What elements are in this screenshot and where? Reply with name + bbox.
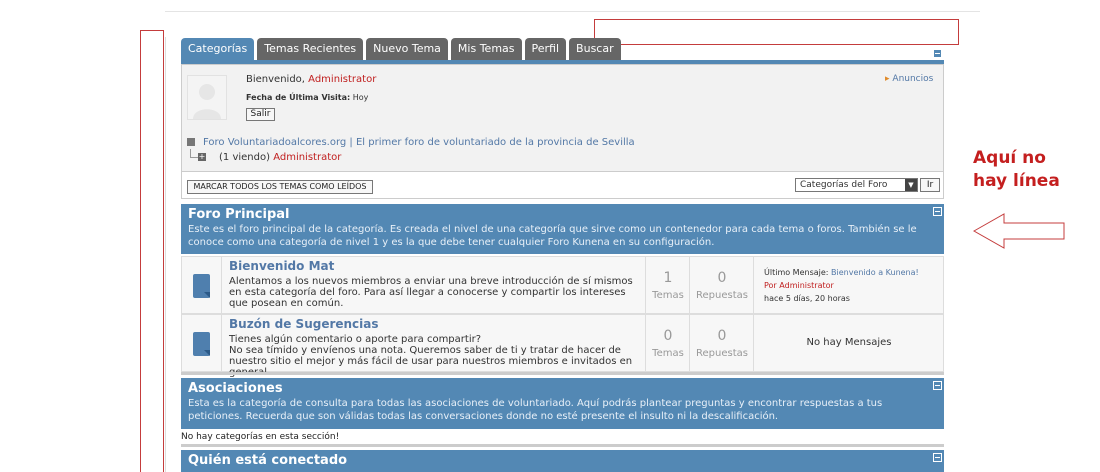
replies-label: Repuestas	[696, 348, 748, 359]
annotation-red-bracket	[140, 30, 163, 472]
by-label: Por	[764, 281, 777, 290]
announcements-link[interactable]: ▸ Anuncios	[885, 74, 933, 84]
forum-icon-cell	[182, 315, 221, 371]
last-post-author: Por Administrator	[764, 279, 834, 292]
row-divider	[181, 444, 944, 447]
category-description: Este es el foro principal de la categorí…	[188, 224, 917, 248]
topics-label: Temas	[652, 348, 684, 359]
collapse-icon[interactable]	[933, 453, 942, 462]
annotation-line-2: hay línea	[973, 171, 1060, 191]
topics-cell: 0 Temas	[645, 315, 690, 371]
forum-icon-cell	[182, 257, 221, 313]
forum-title[interactable]: Bienvenido Mat	[229, 259, 334, 273]
tab-mis-temas[interactable]: Mis Temas	[450, 38, 522, 60]
forum-square-icon	[187, 138, 195, 146]
tab-categorias[interactable]: Categorías	[181, 38, 255, 60]
forum-row: Buzón de Sugerencias Tienes algún coment…	[181, 314, 944, 378]
empty-message: No hay categorías en esta sección!	[181, 430, 944, 444]
forum-info-cell: Bienvenido Mat Alentamos a los nuevos mi…	[221, 257, 646, 313]
category-title[interactable]: Foro Principal	[188, 207, 290, 222]
go-button[interactable]: Ir	[920, 178, 940, 192]
forum-row: Bienvenido Mat Alentamos a los nuevos mi…	[181, 256, 944, 314]
viewing-line: (1 viendo) Administrator	[219, 152, 341, 163]
category-description: Esta es la categoría de consulta para to…	[188, 398, 883, 422]
topics-count: 0	[663, 328, 673, 344]
replies-count: 0	[717, 328, 727, 344]
annotation-red-box	[594, 19, 959, 45]
annotation-arrow-icon	[972, 213, 1065, 249]
mark-all-read-button[interactable]: MARCAR TODOS LOS TEMAS COMO LEÍDOS	[187, 180, 373, 194]
category-header-asociaciones: Asociaciones Esta es la categoría de con…	[181, 378, 944, 429]
topics-count: 1	[663, 270, 673, 286]
replies-cell: 0 Repuestas	[689, 315, 754, 371]
collapse-icon[interactable]	[933, 207, 942, 216]
replies-label: Repuestas	[696, 290, 748, 301]
collapse-icon[interactable]	[933, 381, 942, 390]
last-post-cell: Último Mensaje: Bienvenido a Kunena! Por…	[753, 257, 944, 313]
last-post-cell: No hay Mensajes	[753, 315, 944, 371]
expand-icon[interactable]: +	[198, 153, 206, 161]
topics-cell: 1 Temas	[645, 257, 690, 313]
username-link[interactable]: Administrator	[308, 74, 376, 85]
last-visit-label: Fecha de Última Visita:	[246, 93, 351, 102]
last-visit-value: Hoy	[352, 93, 369, 102]
last-post-time: hace 5 días, 20 horas	[764, 294, 850, 303]
page-left-border	[165, 37, 166, 472]
author-link[interactable]: Administrator	[779, 281, 834, 290]
arrow-right-icon: ▸	[885, 74, 890, 84]
tab-nuevo-tema[interactable]: Nuevo Tema	[366, 38, 448, 60]
last-post-link[interactable]: Bienvenido a Kunena!	[831, 268, 919, 277]
annotation-line-1: Aquí no	[973, 148, 1046, 168]
forum-tabs: Categorías Temas Recientes Nuevo Tema Mi…	[181, 38, 621, 60]
tab-buscar[interactable]: Buscar	[569, 38, 621, 60]
forum-description: Alentamos a los nuevos miembros a enviar…	[229, 276, 633, 309]
row-divider	[181, 372, 944, 375]
folder-icon	[193, 274, 210, 298]
tab-perfil[interactable]: Perfil	[524, 38, 567, 60]
viewing-count: (1 viendo)	[219, 152, 270, 163]
top-divider	[165, 11, 980, 12]
category-header-who-is-online: Quién está conectado	[181, 450, 944, 472]
annotation-text: Aquí no hay línea	[973, 147, 1060, 193]
user-silhouette-icon	[193, 84, 221, 119]
chevron-down-icon: ▼	[905, 179, 917, 191]
category-title[interactable]: Quién está conectado	[188, 453, 347, 468]
forum-home-link[interactable]: Foro Voluntariadoalcores.org | El primer…	[203, 137, 635, 148]
tab-temas-recientes[interactable]: Temas Recientes	[257, 38, 364, 60]
category-select-value: Categorías del Foro	[800, 180, 888, 190]
tree-branch	[190, 149, 198, 158]
annotation-red-line	[163, 30, 164, 472]
collapse-icon[interactable]	[933, 49, 942, 58]
topics-label: Temas	[652, 290, 684, 301]
viewing-user[interactable]: Administrator	[273, 152, 341, 163]
replies-cell: 0 Repuestas	[689, 257, 754, 313]
last-post-line: Último Mensaje: Bienvenido a Kunena!	[764, 266, 919, 279]
announcements-label: Anuncios	[892, 74, 934, 84]
last-visit-line: Fecha de Última Visita: Hoy	[246, 93, 368, 102]
forum-info-cell: Buzón de Sugerencias Tienes algún coment…	[221, 315, 646, 378]
last-post-label: Último Mensaje:	[764, 268, 829, 277]
category-title[interactable]: Asociaciones	[188, 381, 283, 396]
category-header-foro-principal: Foro Principal Este es el foro principal…	[181, 204, 944, 254]
forum-title[interactable]: Buzón de Sugerencias	[229, 317, 379, 331]
logout-button[interactable]: Salir	[246, 108, 275, 121]
category-select[interactable]: Categorías del Foro ▼	[795, 178, 918, 192]
welcome-label: Bienvenido,	[246, 74, 305, 85]
welcome-line: Bienvenido, Administrator	[246, 74, 376, 85]
folder-icon	[193, 332, 210, 356]
no-messages: No hay Mensajes	[806, 337, 892, 348]
replies-count: 0	[717, 270, 727, 286]
avatar	[187, 75, 227, 120]
